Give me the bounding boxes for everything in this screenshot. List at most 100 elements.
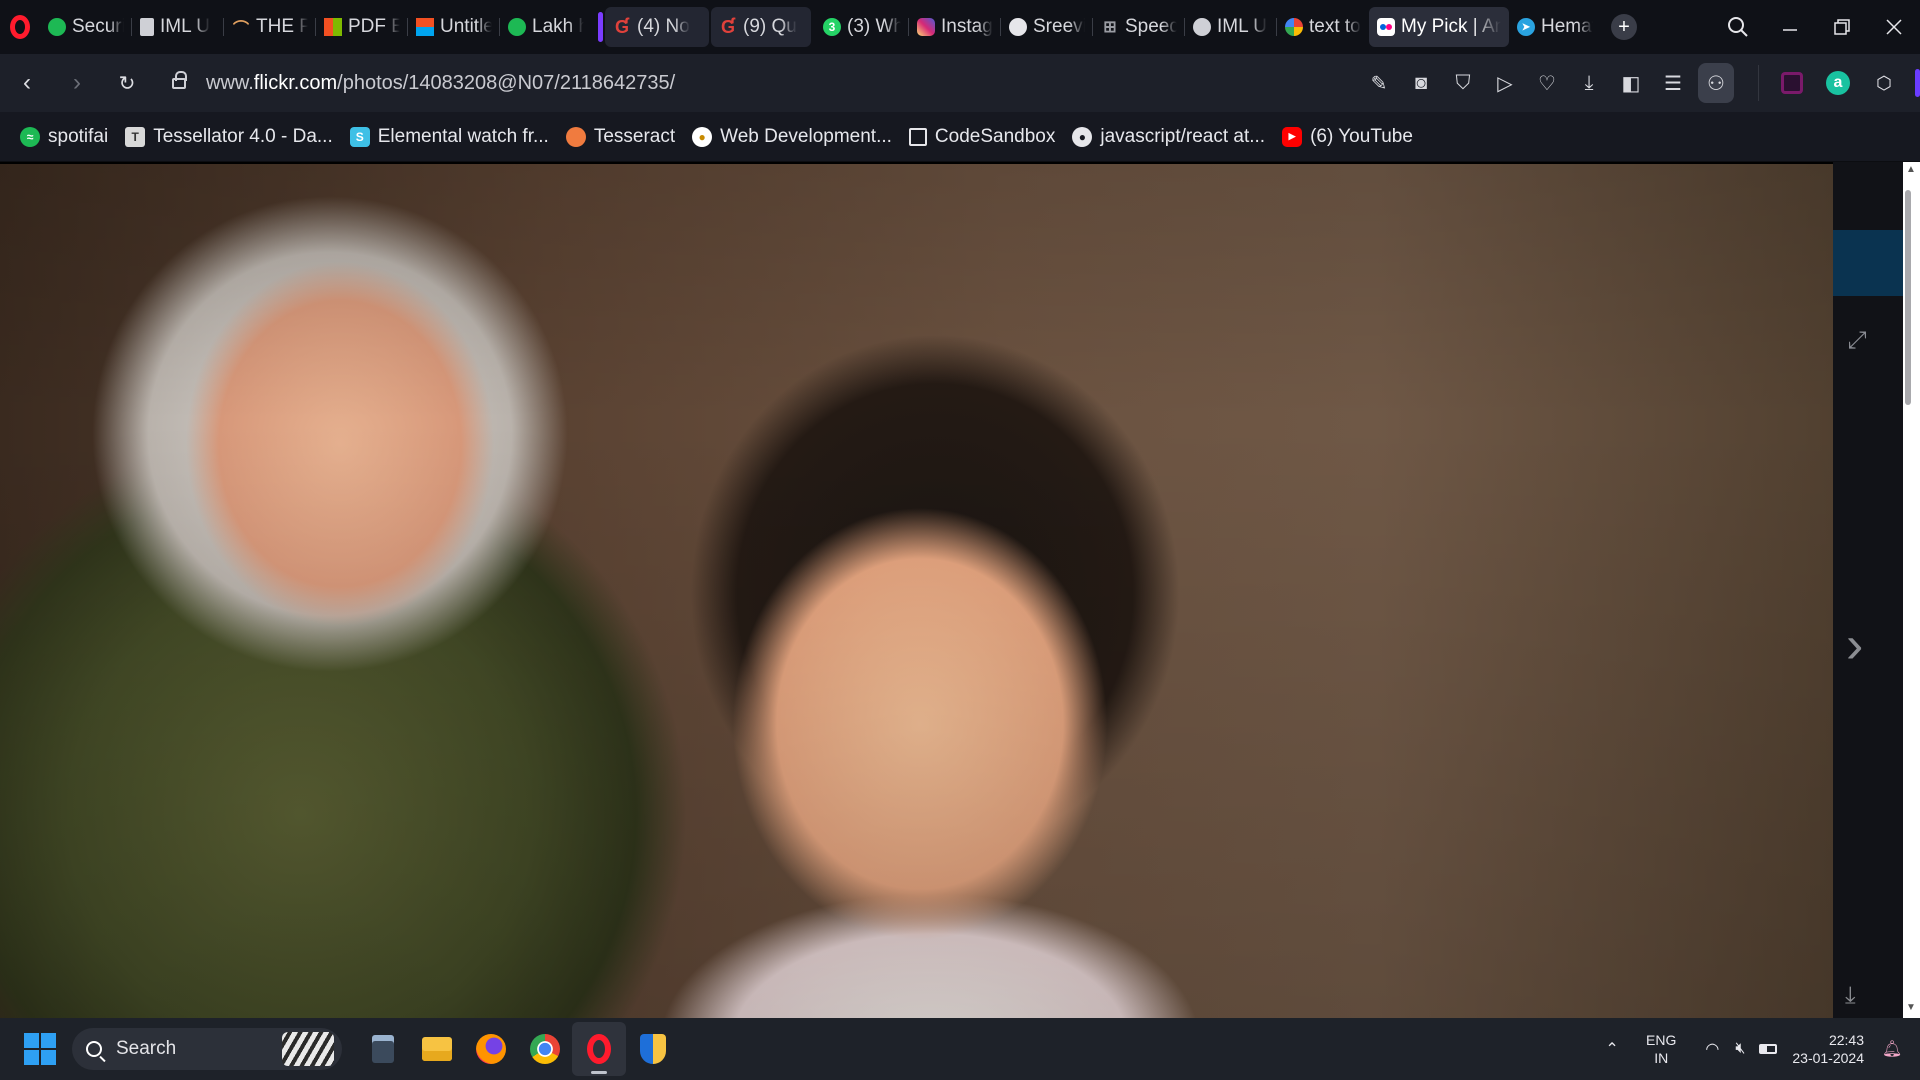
easy-setup-icon[interactable]: ☰ (1652, 63, 1694, 103)
globe-tab-icon (1193, 18, 1211, 36)
language-indicator[interactable]: ENG IN (1646, 1031, 1676, 1067)
heart-icon[interactable]: ♡ (1526, 63, 1568, 103)
scroll-up-icon[interactable]: ▲ (1902, 164, 1920, 178)
quora-tab-icon: Ɠ (614, 16, 629, 37)
toolbar-divider (1758, 65, 1759, 101)
security-shield-icon[interactable] (626, 1022, 680, 1076)
close-icon[interactable] (1868, 0, 1920, 54)
bookmark-codesandbox[interactable]: CodeSandbox (908, 126, 1055, 148)
bookmark-github[interactable]: ● javascript/react at... (1072, 126, 1265, 148)
shield-tab-icon (48, 18, 66, 36)
tab[interactable]: PDF E (316, 7, 408, 47)
windows-tab-icon (416, 18, 434, 36)
clock[interactable]: 22:43 23-01-2024 (1792, 1031, 1864, 1067)
profile-icon[interactable]: ⚇ (1698, 63, 1734, 103)
share-edit-icon[interactable]: ✎ (1358, 63, 1400, 103)
extensions-cube-icon[interactable]: ⬡ (1867, 66, 1901, 100)
tab[interactable]: IML U (132, 7, 224, 47)
bookmark-tesseract[interactable]: Tesseract (565, 126, 675, 148)
side-panel-tab[interactable] (1833, 230, 1903, 296)
lock-icon[interactable] (172, 70, 187, 89)
wifi-icon[interactable]: ◠ (1698, 1039, 1726, 1059)
battery-icon[interactable] (1754, 1044, 1782, 1054)
tab[interactable]: Ɠ (4) No (605, 7, 709, 47)
tab[interactable]: ⊞ Speed (1093, 7, 1185, 47)
tab[interactable]: text to (1277, 7, 1369, 47)
sidebar-indicator (1915, 69, 1920, 97)
tab[interactable]: Instag (909, 7, 1001, 47)
taskbar-search[interactable]: Search (72, 1028, 342, 1070)
scroll-down-icon[interactable]: ▼ (1902, 1002, 1920, 1016)
back-icon[interactable]: ‹ (2, 54, 52, 112)
tab[interactable]: ➤ Hemat (1509, 7, 1601, 47)
document-tab-icon (140, 18, 154, 36)
volume-muted-icon[interactable]: 🔇︎ (1726, 1040, 1754, 1058)
tab-bar: Securit IML U ⌒THE P PDF E Untitle Lakh … (0, 0, 1920, 54)
github-icon: ● (1072, 126, 1093, 147)
quora-tab-icon: Ɠ (720, 16, 735, 37)
calculator-icon[interactable] (356, 1022, 410, 1076)
bookmark-tessellator[interactable]: T Tessellator 4.0 - Da... (125, 126, 333, 148)
download-icon[interactable]: ⤓ (1568, 63, 1610, 103)
reload-icon[interactable]: ↻ (102, 54, 152, 112)
opera-icon[interactable] (572, 1022, 626, 1076)
main-photo[interactable] (0, 164, 1833, 1018)
codesandbox-icon (908, 127, 927, 146)
notification-bell-icon[interactable]: 🔔︎ (1878, 1039, 1906, 1059)
extension-icon[interactable] (1775, 66, 1809, 100)
download-photo-icon[interactable]: ⤓ (1845, 982, 1856, 1010)
tab[interactable]: IML U (1185, 7, 1277, 47)
bookmark-youtube[interactable]: ▶ (6) YouTube (1282, 126, 1413, 148)
tab[interactable]: Securit (40, 7, 132, 47)
speed-dial-tab-icon: ⊞ (1103, 19, 1117, 36)
bookmark-elemental[interactable]: S Elemental watch fr... (349, 126, 549, 148)
url-field[interactable]: www.flickr.com/photos/14083208@N07/21186… (160, 63, 1358, 103)
tessellator-icon: T (125, 126, 146, 147)
tab-group-indicator[interactable] (598, 12, 603, 42)
extension-a-icon[interactable]: a (1821, 66, 1855, 100)
search-tabs-icon[interactable] (1712, 0, 1764, 54)
url-text[interactable]: www.flickr.com/photos/14083208@N07/21186… (206, 72, 675, 95)
player-icon[interactable]: ▷ (1484, 63, 1526, 103)
windows-tab-icon (324, 18, 342, 36)
new-tab-icon[interactable]: + (1611, 14, 1637, 40)
bookmark-spotifai[interactable]: ≈ spotifai (20, 126, 108, 148)
tab[interactable]: Ɠ (9) Qu (711, 7, 811, 47)
tab-strip: Securit IML U ⌒THE P PDF E Untitle Lakh … (40, 0, 1712, 54)
expand-icon[interactable]: ⤢ (1842, 326, 1872, 356)
firefox-icon[interactable] (464, 1022, 518, 1076)
next-photo-icon[interactable]: › (1846, 615, 1863, 675)
search-highlight-image (282, 1032, 334, 1066)
tab[interactable]: Lakh h (500, 7, 592, 47)
vpn-shield-icon[interactable]: ⛉ (1442, 63, 1484, 103)
show-hidden-icons-icon[interactable]: ⌃ (1598, 1039, 1626, 1059)
address-bar: ‹ › ↻ www.flickr.com/photos/14083208@N07… (0, 54, 1920, 112)
battery-saver-icon[interactable]: ◧ (1610, 63, 1652, 103)
forward-icon[interactable]: › (52, 54, 102, 112)
window-controls (1712, 0, 1920, 54)
tab[interactable]: Sreevi (1001, 7, 1093, 47)
file-explorer-icon[interactable] (410, 1022, 464, 1076)
tesseract-icon (565, 126, 586, 147)
scrollbar-thumb[interactable] (1905, 190, 1911, 405)
nike-tab-icon: ⌒ (232, 21, 249, 38)
tab-active[interactable]: My Pick | An (1369, 7, 1509, 47)
youtube-icon: ▶ (1282, 126, 1303, 147)
whatsapp-tab-icon: 3 (823, 18, 841, 36)
bookmarks-bar: ≈ spotifai T Tessellator 4.0 - Da... S Elem… (0, 112, 1920, 162)
tab[interactable]: 3 (3) Wh (815, 7, 909, 47)
google-tab-icon (1285, 18, 1303, 36)
system-tray: ⌃ ENG IN ◠ 🔇︎ 22:43 23-01-2024 🔔︎ (1598, 1018, 1920, 1080)
tab[interactable]: ⌒ THE P (224, 7, 316, 47)
camera-icon[interactable]: ◙ (1400, 63, 1442, 103)
photo-shade (0, 164, 1833, 1018)
github-tab-icon (1009, 18, 1027, 36)
spotify-icon: ≈ (20, 126, 40, 147)
windows-start-icon[interactable] (24, 1033, 56, 1065)
minimize-icon[interactable] (1764, 0, 1816, 54)
chrome-icon[interactable] (518, 1022, 572, 1076)
opera-menu-icon[interactable] (0, 0, 40, 54)
tab[interactable]: Untitle (408, 7, 500, 47)
restore-icon[interactable] (1816, 0, 1868, 54)
bookmark-webdev[interactable]: ● Web Development... (692, 126, 892, 148)
